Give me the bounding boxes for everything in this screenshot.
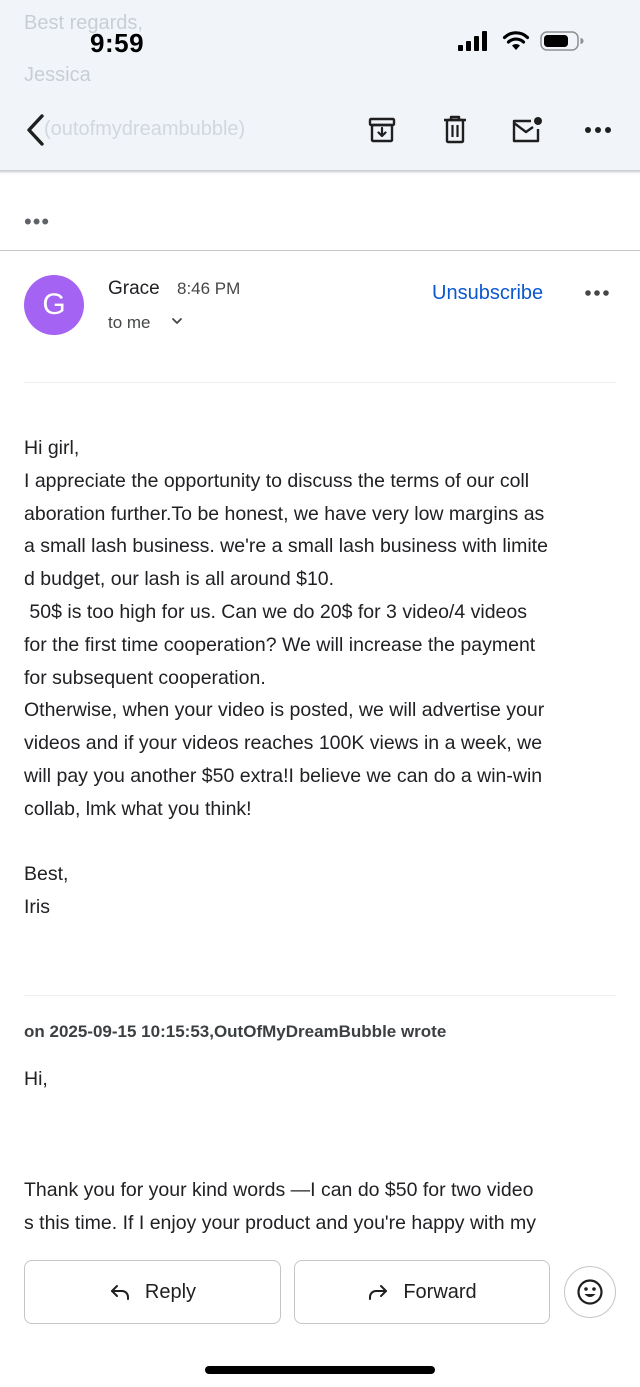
body-line: Otherwise, when your video is posted, we… [24,699,545,722]
sender-name[interactable]: Grace [108,278,160,300]
preview-line-2: Jessica [24,64,91,86]
body-line: d budget, our lash is all around $10. [24,568,335,591]
body-line: videos and if your videos reaches 100K v… [24,732,543,755]
forward-label: Forward [403,1280,477,1303]
quote-greeting: Hi, [24,1068,48,1090]
back-button[interactable] [16,108,56,152]
reply-label: Reply [144,1280,197,1303]
reply-icon [110,1285,129,1300]
home-indicator[interactable] [205,1366,435,1374]
divider [0,250,640,251]
delete-button[interactable] [437,112,473,148]
body-line: will pay you another $50 extra!I believe… [24,764,543,787]
message-time: 8:46 PM [177,279,241,298]
more-options-button[interactable] [580,112,616,148]
recipient-label[interactable]: to me [108,313,151,333]
chevron-down-icon [172,318,182,324]
quote-line: s this time. If I enjoy your product and… [24,1212,537,1234]
archive-button[interactable] [364,112,400,148]
top-bar: Best regards, Jessica (outofmydreambubbl… [0,0,640,172]
avatar[interactable]: G [24,275,84,335]
quoted-text: Thank you for your kind words —I can do … [24,1174,536,1240]
mail-unread-icon [512,117,542,143]
status-icons [458,30,584,52]
chevron-left-icon [27,114,44,146]
more-horizontal-icon [585,290,609,296]
body-line: Hi girl, [24,437,80,459]
body-line: for subsequent cooperation. [24,666,266,689]
quote-line: Thank you for your kind words —I can do … [24,1179,534,1201]
recipient-expand-button[interactable] [168,312,186,330]
signoff: Best, [24,863,69,886]
quote-header: on 2025-09-15 10:15:53,OutOfMyDreamBubbl… [24,1022,447,1041]
reply-button[interactable]: Reply [24,1260,281,1324]
divider [24,382,616,383]
forward-button[interactable]: Forward [294,1260,550,1324]
status-time: 9:59 [90,28,145,58]
collapsed-messages[interactable]: ••• [24,211,50,233]
message-more-button[interactable] [582,278,612,308]
body-line: for the first time cooperation? We will … [24,633,536,656]
divider [24,995,616,996]
emoji-reaction-button[interactable] [564,1266,616,1318]
header-shadow [0,170,640,174]
battery-icon [540,31,584,51]
more-horizontal-icon [585,127,611,133]
signal-icon [458,31,487,51]
archive-icon [368,117,396,143]
body-line: 50$ is too high for us. Can we do 20$ fo… [24,600,527,623]
message-body: Hi girl, I appreciate the opportunity to… [24,432,624,924]
body-line: aboration further.To be honest, we have … [24,502,545,525]
mark-unread-button[interactable] [509,112,545,148]
unsubscribe-link[interactable]: Unsubscribe [432,282,543,305]
preview-line-3: (outofmydreambubble) [44,118,246,140]
wifi-icon [502,31,530,50]
trash-icon [444,115,466,144]
smiley-icon [577,1279,603,1305]
body-line: a small lash business. we're a small las… [24,535,548,558]
forward-icon [369,1285,388,1300]
body-line: I appreciate the opportunity to discuss … [24,469,530,492]
body-line: collab, lmk what you think! [24,797,252,820]
signature: Iris [24,896,50,919]
